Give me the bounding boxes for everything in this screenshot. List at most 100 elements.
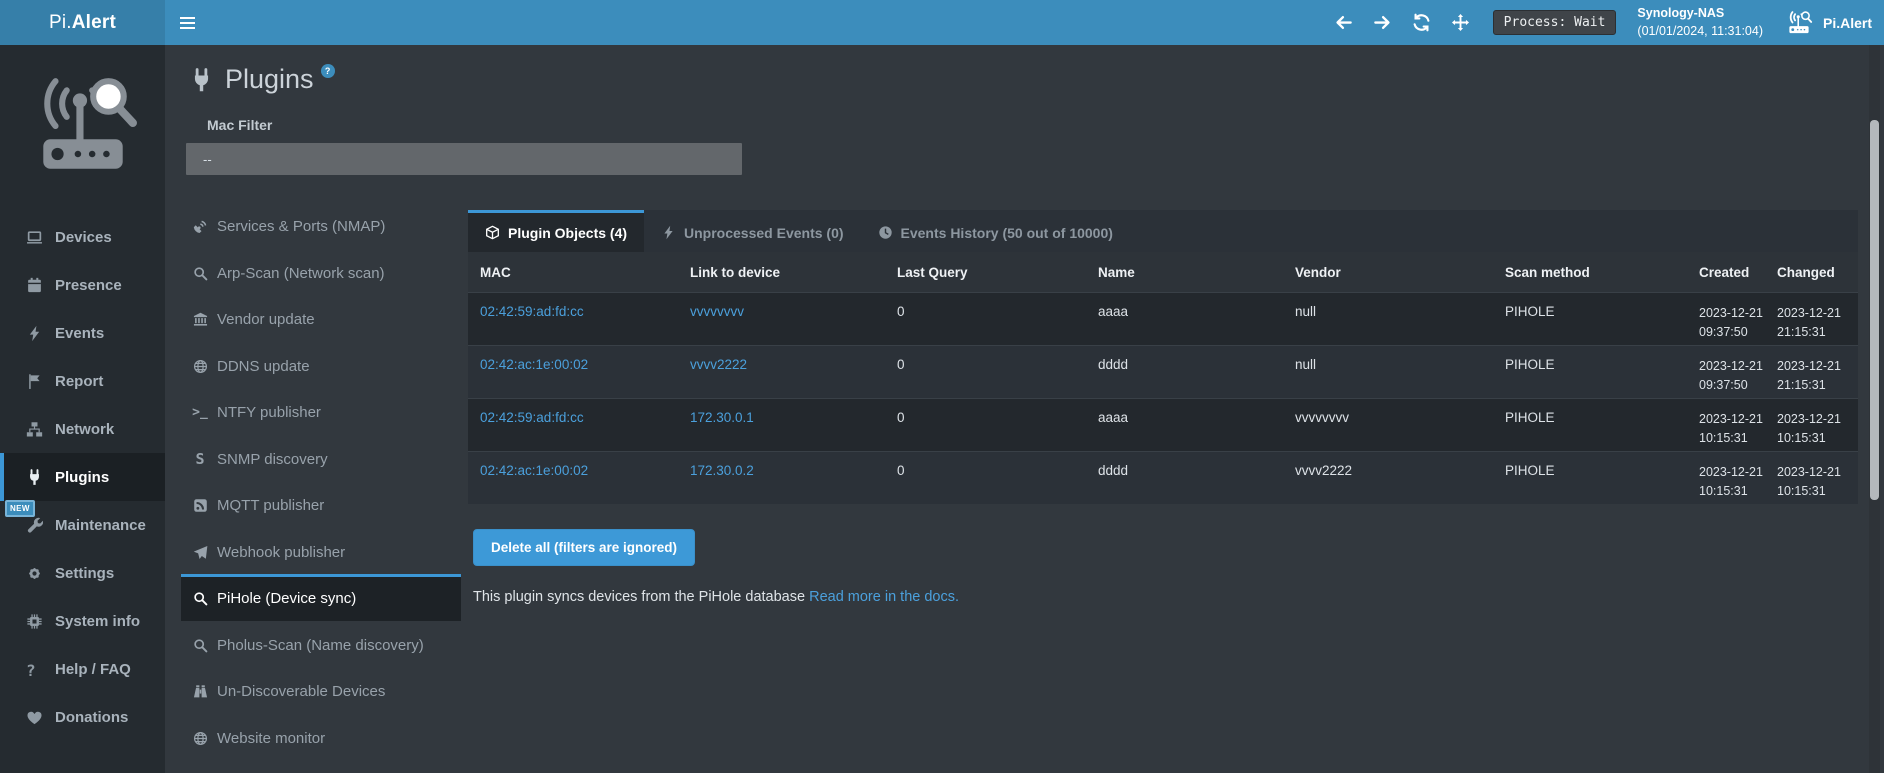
sidebar-toggle-button[interactable] <box>180 8 210 38</box>
back-button[interactable] <box>1331 10 1357 36</box>
plug-icon <box>189 68 214 93</box>
topbar-right: Process: Wait Synology-NAS (01/01/2024, … <box>1331 5 1872 40</box>
plugin-item-label: PiHole (Device sync) <box>217 590 356 607</box>
sidebar-item-label: Donations <box>55 709 128 726</box>
forward-button[interactable] <box>1370 10 1396 36</box>
topbar-app-name: Pi.Alert <box>1823 15 1872 31</box>
table-row: 02:42:ac:1e:00:02 vvvv2222 0 dddd null P… <box>468 345 1858 398</box>
sidebar-item-report[interactable]: Report <box>0 357 165 405</box>
plugin-item-label: DDNS update <box>217 358 310 375</box>
scrollbar-thumb[interactable] <box>1870 120 1879 500</box>
sidebar-item-devices[interactable]: Devices <box>0 213 165 261</box>
vendor-cell: vvvv2222 <box>1283 452 1493 504</box>
calendar-icon <box>26 277 43 294</box>
plug-icon <box>26 469 43 486</box>
tab-plugin-objects[interactable]: Plugin Objects (4) <box>468 210 644 252</box>
refresh-button[interactable] <box>1409 10 1435 36</box>
nas-info: Synology-NAS (01/01/2024, 11:31:04) <box>1637 5 1763 40</box>
sidebar-item-network[interactable]: Network <box>0 405 165 453</box>
topbar: Pi.Alert Process: Wait Synology-NAS (01/… <box>0 0 1884 45</box>
sidebar-item-donations[interactable]: Donations <box>0 693 165 741</box>
table-row: 02:42:ac:1e:00:02 172.30.0.2 0 dddd vvvv… <box>468 451 1858 504</box>
process-status-badge: Process: Wait <box>1493 10 1617 35</box>
wrench-icon <box>26 517 43 534</box>
sidebar-item-plugins[interactable]: Plugins <box>0 453 165 501</box>
tab-label: Plugin Objects (4) <box>508 225 627 241</box>
plugin-item-pholus-scan[interactable]: Pholus-Scan (Name discovery) <box>181 621 461 668</box>
name-cell: dddd <box>1086 452 1283 504</box>
plugin-item-services-ports[interactable]: Services & Ports (NMAP) <box>181 202 461 249</box>
help-badge[interactable]: ? <box>321 64 335 78</box>
mac-link[interactable]: 02:42:ac:1e:00:02 <box>480 463 588 478</box>
column-header-changed: Changed <box>1769 252 1858 292</box>
tab-events-history[interactable]: Events History (50 out of 10000) <box>861 210 1130 252</box>
plugin-item-label: Un-Discoverable Devices <box>217 683 385 700</box>
read-docs-link[interactable]: Read more in the docs. <box>809 589 959 605</box>
plugin-item-label: Webhook publisher <box>217 544 345 561</box>
table-header-row: MAC Link to device Last Query Name Vendo… <box>468 252 1858 292</box>
scan-method-cell: PIHOLE <box>1493 452 1691 504</box>
plugin-item-label: MQTT publisher <box>217 497 324 514</box>
topbar-main: Process: Wait Synology-NAS (01/01/2024, … <box>165 0 1884 45</box>
page-title-text: Plugins <box>225 61 314 97</box>
pialert-logo <box>27 70 139 182</box>
column-header-vendor: Vendor <box>1283 252 1493 292</box>
mac-filter-input[interactable] <box>186 143 742 175</box>
last-query-cell: 0 <box>885 452 1086 504</box>
sidebar-item-events[interactable]: Events <box>0 309 165 357</box>
plugin-item-arp-scan[interactable]: Arp-Scan (Network scan) <box>181 249 461 296</box>
move-widgets-button[interactable] <box>1448 10 1474 36</box>
tab-label: Events History (50 out of 10000) <box>901 225 1113 241</box>
plugin-item-ntfy-publisher[interactable]: >_ NTFY publisher <box>181 388 461 435</box>
app-logo[interactable]: Pi.Alert <box>0 0 165 45</box>
magnifier-icon <box>193 266 208 281</box>
sidebar-item-system-info[interactable]: System info <box>0 597 165 645</box>
plugin-item-label: Arp-Scan (Network scan) <box>217 265 385 282</box>
plugin-panel: Plugin Objects (4) Unprocessed Events (0… <box>468 210 1858 605</box>
plugin-item-webhook-publisher[interactable]: Webhook publisher <box>181 528 461 575</box>
paper-plane-icon <box>193 545 208 560</box>
mac-link[interactable]: 02:42:ac:1e:00:02 <box>480 357 588 372</box>
sidebar-item-settings[interactable]: Settings <box>0 549 165 597</box>
refresh-icon <box>1412 13 1431 32</box>
plugin-item-pihole-device-sync[interactable]: PiHole (Device sync) <box>181 574 461 621</box>
mac-link[interactable]: 02:42:59:ad:fd:cc <box>480 410 584 425</box>
device-link[interactable]: vvvv2222 <box>690 357 747 372</box>
plugin-description-text: This plugin syncs devices from the PiHol… <box>473 589 805 605</box>
tab-label: Unprocessed Events (0) <box>684 225 844 241</box>
device-link[interactable]: 172.30.0.1 <box>690 410 754 425</box>
sidebar-item-presence[interactable]: Presence <box>0 261 165 309</box>
sidebar-item-label: Presence <box>55 277 122 294</box>
plugin-item-undiscoverable-devices[interactable]: Un-Discoverable Devices <box>181 667 461 714</box>
nas-timestamp: (01/01/2024, 11:31:04) <box>1637 23 1763 41</box>
plugin-item-vendor-update[interactable]: Vendor update <box>181 295 461 342</box>
changed-cell: 2023-12-2121:15:31 <box>1769 293 1858 345</box>
created-cell: 2023-12-2109:37:50 <box>1691 293 1769 345</box>
plugin-item-mqtt-publisher[interactable]: MQTT publisher <box>181 481 461 528</box>
tab-unprocessed-events[interactable]: Unprocessed Events (0) <box>644 210 861 252</box>
created-cell: 2023-12-2110:15:31 <box>1691 399 1769 451</box>
bolt-icon <box>26 325 43 342</box>
heart-icon <box>26 709 43 726</box>
vendor-cell: vvvvvvvv <box>1283 399 1493 451</box>
binoculars-icon <box>193 684 208 699</box>
globe-icon <box>193 359 208 374</box>
column-header-created: Created <box>1691 252 1769 292</box>
cube-icon <box>485 225 500 240</box>
plugin-item-website-monitor[interactable]: Website monitor <box>181 714 461 761</box>
sidebar-item-help-faq[interactable]: ? Help / FAQ <box>0 645 165 693</box>
name-cell: aaaa <box>1086 399 1283 451</box>
device-link[interactable]: 172.30.0.2 <box>690 463 754 478</box>
sidebar-item-label: Plugins <box>55 469 109 486</box>
scan-method-cell: PIHOLE <box>1493 293 1691 345</box>
sidebar-item-label: Help / FAQ <box>55 661 131 678</box>
magnifier-icon <box>193 591 208 606</box>
topbar-app-badge: Pi.Alert <box>1784 10 1872 36</box>
satellite-dish-icon <box>192 219 208 235</box>
plugin-item-ddns-update[interactable]: DDNS update <box>181 342 461 389</box>
stripe-s-icon: S <box>192 451 208 467</box>
plugin-item-snmp-discovery[interactable]: S SNMP discovery <box>181 435 461 482</box>
device-link[interactable]: vvvvvvvv <box>690 304 744 319</box>
mac-link[interactable]: 02:42:59:ad:fd:cc <box>480 304 584 319</box>
delete-all-button[interactable]: Delete all (filters are ignored) <box>473 529 695 566</box>
